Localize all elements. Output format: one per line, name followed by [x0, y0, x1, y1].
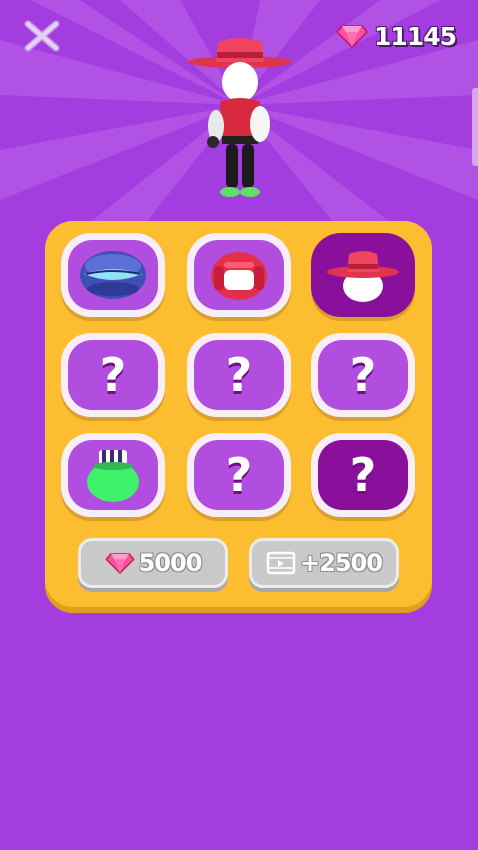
pink-gem-icon: [104, 553, 135, 574]
close-x-icon: [24, 20, 60, 52]
watch-video-reward-button[interactable]: +2500: [249, 538, 399, 588]
red-boxing-headgear-icon: [211, 252, 267, 300]
item-slot-9-locked[interactable]: ?: [311, 433, 415, 517]
pink-gem-icon: [336, 25, 369, 48]
question-mark-icon: ?: [349, 448, 377, 502]
item-slot-5-locked[interactable]: ?: [187, 333, 291, 417]
item-selection-panel: ? ? ? ? ? 5000 +2500: [45, 221, 432, 613]
blue-visor-helmet-icon: [80, 251, 146, 299]
question-mark-icon: ?: [349, 348, 377, 402]
item-slot-2[interactable]: [187, 233, 291, 317]
gem-balance-display: 11145: [336, 18, 457, 54]
unlock-cost-label: 5000: [138, 549, 203, 577]
red-wide-brim-hat-icon: [327, 251, 399, 302]
scroll-edge-indicator: [472, 88, 478, 166]
video-play-icon: [266, 551, 296, 575]
item-slot-1[interactable]: [61, 233, 165, 317]
question-mark-icon: ?: [225, 448, 253, 502]
question-mark-icon: ?: [225, 348, 253, 402]
green-striped-cap-icon: [87, 450, 139, 502]
unlock-random-button[interactable]: 5000: [78, 538, 228, 588]
item-slot-4-locked[interactable]: ?: [61, 333, 165, 417]
video-reward-label: +2500: [300, 549, 383, 577]
item-slot-7[interactable]: [61, 433, 165, 517]
question-mark-icon: ?: [99, 348, 127, 402]
item-slot-6-locked[interactable]: ?: [311, 333, 415, 417]
item-slot-8-locked[interactable]: ?: [187, 433, 291, 517]
gem-balance-value: 11145: [374, 21, 457, 51]
character-preview: [188, 38, 292, 197]
close-button[interactable]: [22, 18, 62, 54]
item-slot-3-selected[interactable]: [311, 233, 415, 317]
